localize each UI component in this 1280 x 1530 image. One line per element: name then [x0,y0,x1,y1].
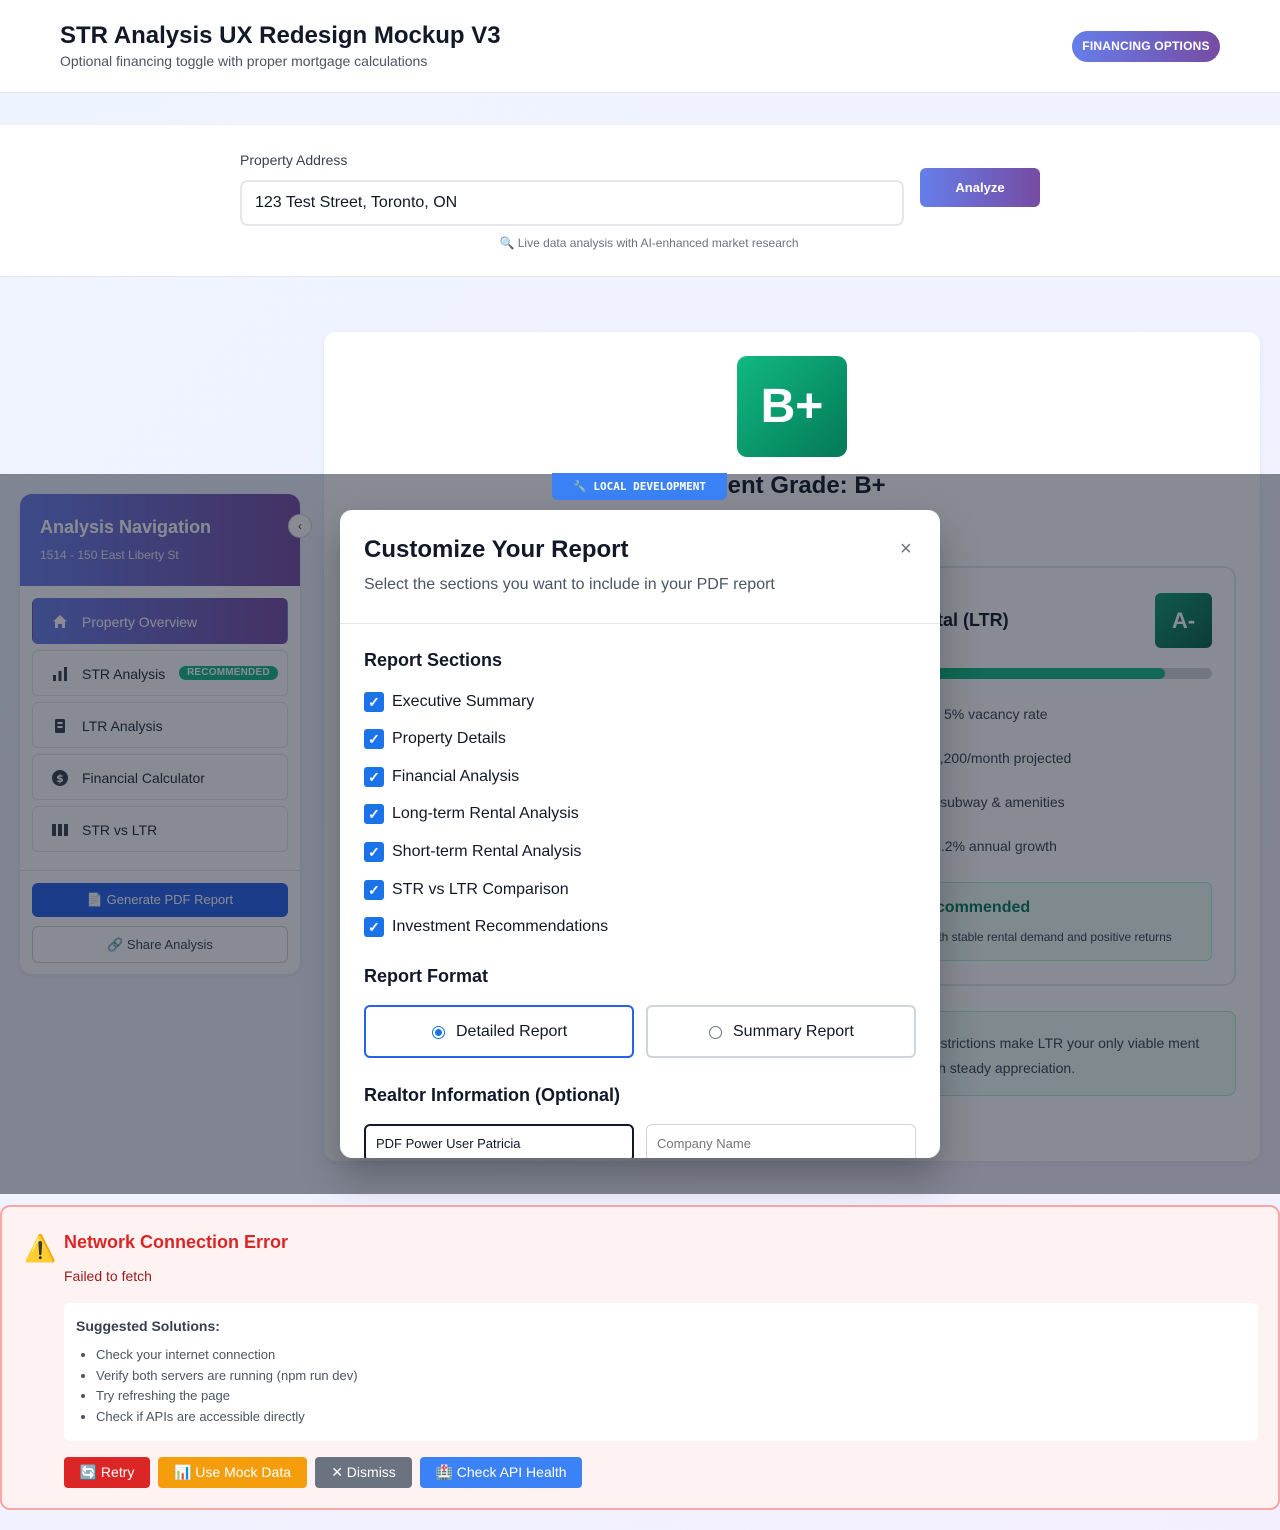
grade-badge: B+ [737,356,847,457]
radio-unselected[interactable] [709,1026,722,1039]
checkbox-checked[interactable]: ✓ [364,767,384,787]
section-label: Executive Summary [392,693,535,710]
realtor-info-title: Realtor Information (Optional) [364,1085,620,1105]
check-api-health-button[interactable]: 🏥 Check API Health [420,1457,582,1488]
checkbox-checked[interactable]: ✓ [364,917,384,937]
modal-divider [340,623,940,624]
checkbox-checked[interactable]: ✓ [364,880,384,900]
analyze-button[interactable]: Analyze [920,168,1040,207]
list-item: Check your internet connection [96,1345,358,1366]
section-label: Investment Recommendations [392,918,609,935]
use-mock-data-button[interactable]: 📊 Use Mock Data [158,1457,307,1488]
error-title: Network Connection Error [64,1232,289,1252]
section-label: Financial Analysis [392,768,520,785]
format-option-detailed[interactable]: Detailed Report [364,1005,634,1058]
format-label: Detailed Report [456,1023,568,1040]
address-label: Property Address [240,152,348,168]
checkbox-checked[interactable]: ✓ [364,842,384,862]
solutions-title: Suggested Solutions: [76,1318,220,1334]
address-input[interactable] [240,180,904,226]
section-label: STR vs LTR Comparison [392,881,569,898]
checkbox-checked[interactable]: ✓ [364,804,384,824]
retry-button[interactable]: 🔄 Retry [64,1457,150,1488]
customize-report-modal: Customize Your Report × Select the secti… [340,510,940,1158]
close-icon[interactable]: × [900,538,912,561]
report-format-title: Report Format [364,966,489,986]
suggested-solutions: Suggested Solutions: Check your internet… [64,1303,1258,1441]
list-item: Try refreshing the page [96,1386,358,1407]
report-sections-title: Report Sections [364,650,503,670]
format-label: Summary Report [733,1023,854,1040]
list-item: Check if APIs are accessible directly [96,1407,358,1428]
financing-options-button[interactable]: FINANCING OPTIONS [1072,31,1220,62]
page-subtitle: Optional financing toggle with proper mo… [60,53,428,69]
format-option-summary[interactable]: Summary Report [646,1005,916,1058]
company-name-field[interactable] [646,1124,916,1158]
section-label: Long-term Rental Analysis [392,805,579,822]
error-message: Failed to fetch [64,1268,152,1284]
checkbox-checked[interactable]: ✓ [364,729,384,749]
realtor-name-field[interactable] [364,1124,634,1158]
address-section: Property Address Analyze 🔍 Live data ana… [0,124,1280,277]
network-error-panel: ⚠️ Network Connection Error Failed to fe… [0,1205,1280,1510]
modal-title: Customize Your Report [364,536,629,563]
page-title: STR Analysis UX Redesign Mockup V3 [60,22,501,49]
list-item: Verify both servers are running (npm run… [96,1366,358,1387]
address-hint: 🔍 Live data analysis with AI-enhanced ma… [499,236,799,250]
warning-icon: ⚠️ [24,1233,57,1263]
local-development-badge: 🔧 LOCAL DEVELOPMENT [552,473,727,500]
section-label: Short-term Rental Analysis [392,843,582,860]
checkbox-checked[interactable]: ✓ [364,692,384,712]
modal-subtitle: Select the sections you want to include … [364,576,775,593]
dismiss-button[interactable]: ✕ Dismiss [315,1457,412,1488]
section-label: Property Details [392,730,506,747]
app-header: STR Analysis UX Redesign Mockup V3 Optio… [0,0,1280,93]
radio-selected[interactable] [432,1026,445,1039]
solutions-list: Check your internet connection Verify bo… [96,1345,358,1428]
